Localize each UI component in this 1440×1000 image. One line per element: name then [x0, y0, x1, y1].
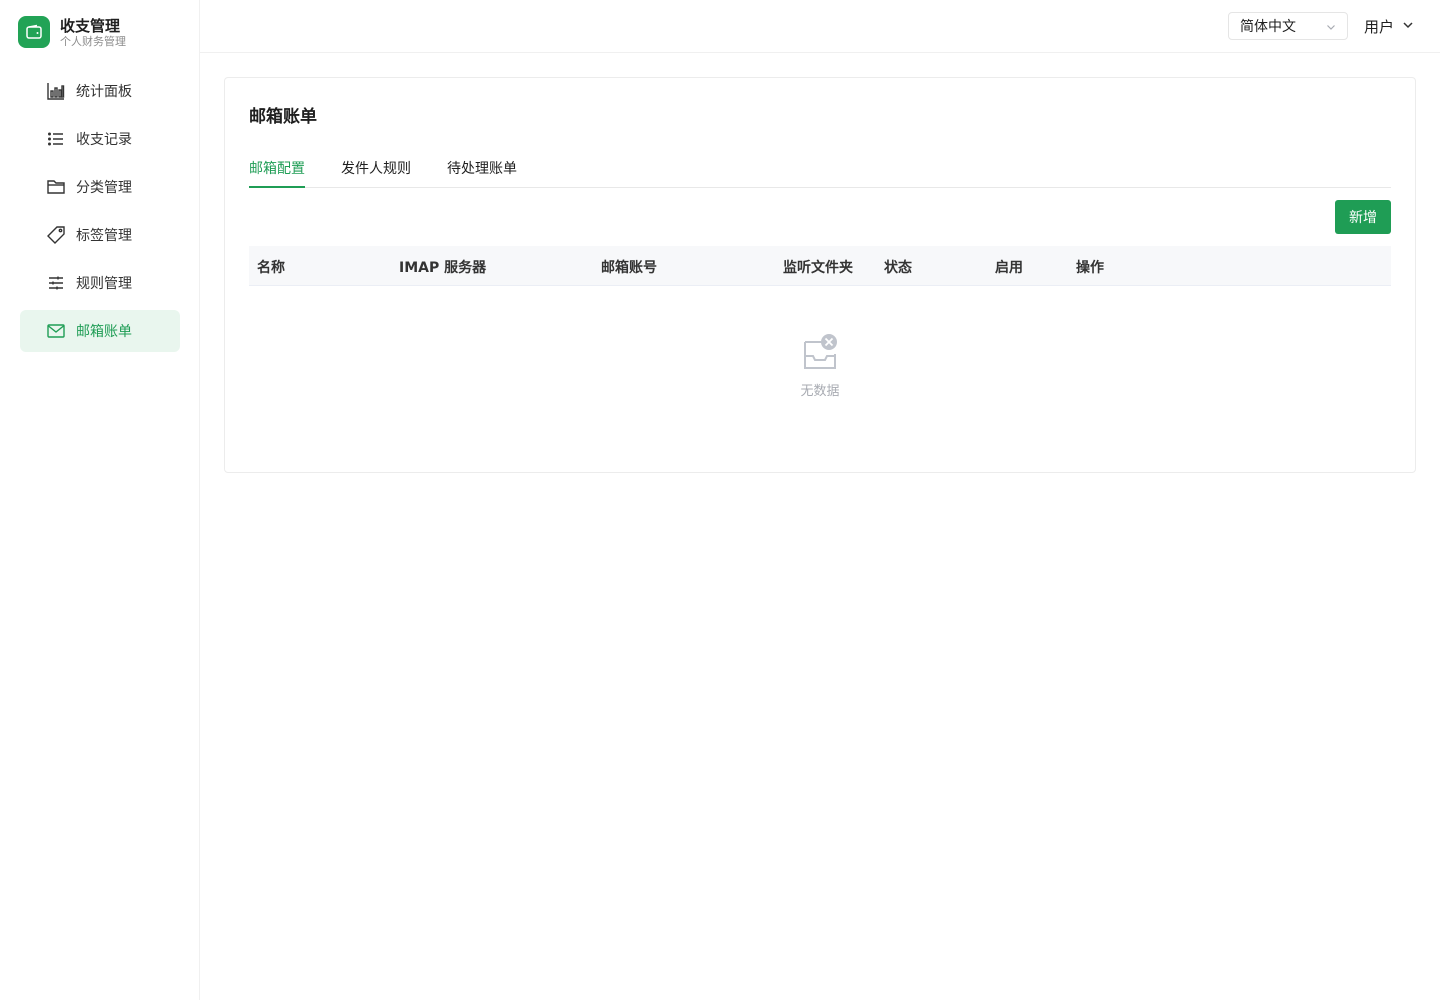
tab-email-config[interactable]: 邮箱配置	[249, 158, 305, 188]
sidebar-item-tags[interactable]: 标签管理	[20, 214, 180, 256]
tabs: 邮箱配置 发件人规则 待处理账单	[249, 156, 1391, 188]
brand-title: 收支管理	[60, 16, 121, 35]
column-header-actions[interactable]: 操作	[1076, 257, 1104, 277]
top-header: 简体中文 用户	[200, 0, 1440, 53]
sidebar-item-label: 分类管理	[76, 180, 132, 196]
language-select[interactable]: 简体中文	[1228, 12, 1348, 40]
chevron-down-icon	[1325, 21, 1337, 37]
brand[interactable]: 收支管理 个人财务管理	[18, 16, 126, 48]
user-name: 用户	[1364, 17, 1395, 36]
tab-pending-bills[interactable]: 待处理账单	[447, 158, 517, 188]
sidebar: 收支管理 个人财务管理 统计面板 收支记录 分类管理 标签管理 规则管理 邮箱账…	[0, 0, 200, 1000]
empty-inbox-icon	[802, 332, 838, 376]
language-select-value: 简体中文	[1240, 19, 1296, 35]
bar-chart-icon	[46, 81, 66, 101]
column-header-status[interactable]: 状态	[884, 257, 912, 277]
wallet-icon	[18, 16, 50, 48]
add-button[interactable]: 新增	[1335, 200, 1391, 234]
sidebar-item-records[interactable]: 收支记录	[20, 118, 180, 160]
page-title: 邮箱账单	[249, 107, 317, 127]
sidebar-nav: 统计面板 收支记录 分类管理 标签管理 规则管理 邮箱账单	[20, 70, 180, 358]
user-menu[interactable]: 用户	[1364, 14, 1414, 38]
chevron-down-icon	[1402, 17, 1414, 35]
list-icon	[46, 129, 66, 149]
empty-text: 无数据	[800, 384, 840, 399]
table-header: 名称 IMAP 服务器 邮箱账号 监听文件夹 状态 启用 操作	[249, 246, 1391, 286]
table-empty-state: 无数据	[249, 332, 1391, 399]
column-header-watch-folder[interactable]: 监听文件夹	[783, 257, 853, 277]
email-bills-card: 邮箱账单 邮箱配置 发件人规则 待处理账单 新增 名称 IMAP 服务器 邮箱账…	[224, 77, 1416, 473]
sidebar-item-dashboard[interactable]: 统计面板	[20, 70, 180, 112]
sliders-icon	[46, 273, 66, 293]
sidebar-item-rules[interactable]: 规则管理	[20, 262, 180, 304]
column-header-imap-server[interactable]: IMAP 服务器	[399, 257, 486, 277]
folder-icon	[46, 177, 66, 197]
tag-icon	[46, 225, 66, 245]
sidebar-item-label: 邮箱账单	[76, 324, 132, 340]
column-header-email-account[interactable]: 邮箱账号	[601, 257, 657, 277]
mail-icon	[46, 321, 66, 341]
brand-subtitle: 个人财务管理	[60, 34, 126, 48]
sidebar-item-label: 统计面板	[76, 84, 132, 100]
tab-sender-rules[interactable]: 发件人规则	[341, 158, 411, 188]
sidebar-item-categories[interactable]: 分类管理	[20, 166, 180, 208]
sidebar-item-label: 规则管理	[76, 276, 132, 292]
sidebar-item-label: 标签管理	[76, 228, 132, 244]
column-header-enabled[interactable]: 启用	[995, 257, 1023, 277]
sidebar-item-label: 收支记录	[76, 132, 132, 148]
sidebar-item-email-bills[interactable]: 邮箱账单	[20, 310, 180, 352]
email-config-table: 名称 IMAP 服务器 邮箱账号 监听文件夹 状态 启用 操作 无数据	[249, 246, 1391, 399]
column-header-name[interactable]: 名称	[257, 257, 285, 277]
